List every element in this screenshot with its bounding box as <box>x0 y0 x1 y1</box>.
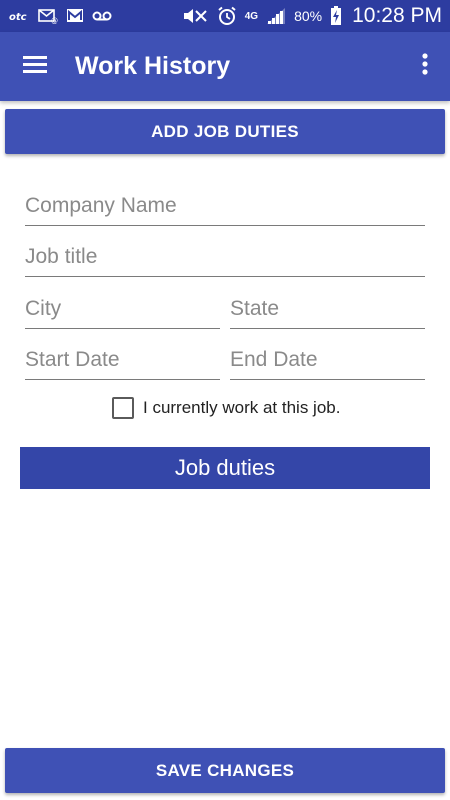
current-job-checkbox[interactable] <box>112 397 134 419</box>
status-right-icons: 4G 80% 10:28 PM <box>181 4 442 28</box>
page-title: Work History <box>75 52 231 80</box>
voicemail-icon <box>92 6 112 26</box>
battery-charging-icon <box>330 6 342 26</box>
save-changes-button[interactable]: SAVE CHANGES <box>5 748 445 793</box>
app-bar: Work History <box>0 32 450 101</box>
hamburger-menu-button[interactable] <box>0 32 70 101</box>
network-4g-icon: 4G <box>244 10 259 22</box>
start-date-input[interactable] <box>25 347 220 372</box>
state-field <box>230 289 425 329</box>
job-title-field <box>25 237 425 277</box>
end-date-field <box>230 340 425 380</box>
mail-icon: @ <box>38 6 58 26</box>
end-date-input[interactable] <box>230 347 425 372</box>
company-name-field <box>25 186 425 226</box>
hamburger-menu-icon <box>23 54 47 79</box>
city-input[interactable] <box>25 296 220 321</box>
company-name-input[interactable] <box>25 193 425 218</box>
overflow-menu-button[interactable] <box>400 32 450 101</box>
battery-percent: 80% <box>294 8 323 24</box>
job-title-input[interactable] <box>25 244 425 269</box>
more-vert-icon <box>422 53 428 80</box>
svg-text:@: @ <box>51 17 58 24</box>
add-job-duties-button[interactable]: ADD JOB DUTIES <box>5 109 445 154</box>
job-duties-button[interactable]: Job duties <box>20 447 430 489</box>
svg-text:otc: otc <box>9 12 27 23</box>
mute-icon <box>181 6 209 26</box>
start-date-field <box>25 340 220 380</box>
otc-icon: otc <box>8 6 30 26</box>
current-job-checkbox-row[interactable]: I currently work at this job. <box>112 396 340 420</box>
alarm-icon <box>217 6 237 26</box>
city-field <box>25 289 220 329</box>
status-left-icons: otc @ <box>8 6 112 26</box>
state-input[interactable] <box>230 296 425 321</box>
gmail-icon <box>66 6 84 26</box>
status-bar: otc @ 4G 80% 10:28 PM <box>0 0 450 32</box>
current-job-label: I currently work at this job. <box>143 398 341 417</box>
status-clock: 10:28 PM <box>352 4 442 27</box>
signal-icon <box>266 6 286 26</box>
